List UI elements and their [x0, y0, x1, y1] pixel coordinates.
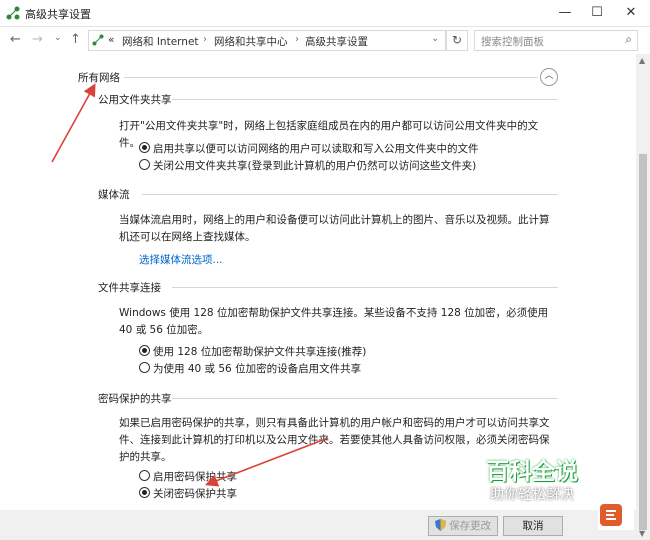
radio-selected-icon[interactable] [139, 487, 150, 498]
radio-enable-password-protection[interactable]: 启用密码保护共享 [139, 469, 237, 484]
radio-enable-public-sharing[interactable]: 启用共享以便可以访问网络的用户可以读取和写入公用文件夹中的文件 [139, 141, 479, 156]
close-button[interactable]: ✕ [614, 0, 648, 26]
media-streaming-description: 当媒体流启用时，网络上的用户和设备便可以访问此计算机上的图片、音乐以及视频。此计… [119, 214, 550, 243]
vertical-scrollbar[interactable]: ▲ ▼ [636, 54, 650, 540]
section-title-file-sharing: 文件共享连接 [98, 282, 161, 294]
section-divider [172, 99, 558, 100]
section-title-public-folder: 公用文件夹共享 [98, 94, 172, 106]
save-changes-button[interactable]: 保存更改 [428, 516, 498, 536]
section-divider [172, 287, 558, 288]
search-icon[interactable]: ⌕ [625, 32, 632, 47]
radio-unselected-icon[interactable] [139, 159, 150, 170]
file-sharing-description: Windows 使用 128 位加密帮助保护文件共享连接。某些设备不支持 128… [119, 307, 549, 336]
corner-logo [598, 500, 634, 530]
section-title-media-streaming: 媒体流 [98, 189, 130, 201]
radio-unselected-icon[interactable] [139, 470, 150, 481]
button-bar: 保存更改 取消 [0, 510, 636, 540]
network-icon [92, 34, 104, 46]
up-button[interactable]: ↑ [70, 32, 81, 47]
breadcrumb-separator[interactable]: › [203, 34, 207, 45]
breadcrumb-separator[interactable]: › [295, 34, 299, 45]
breadcrumb-overflow[interactable]: « [108, 34, 114, 46]
group-title-all-networks: 所有网络 [78, 72, 120, 84]
section-divider [142, 194, 558, 195]
title-bar: 高级共享设置 — ☐ ✕ [0, 0, 650, 27]
radio-128-bit-encryption[interactable]: 使用 128 位加密帮助保护文件共享连接(推荐) [139, 344, 366, 359]
scroll-down-icon[interactable]: ▼ [639, 529, 645, 538]
cancel-button[interactable]: 取消 [503, 516, 563, 536]
radio-disable-password-protection[interactable]: 关闭密码保护共享 [139, 486, 237, 501]
navigation-bar: ← → ⌄ ↑ « 网络和 Internet › 网络和共享中心 › 高级共享设… [0, 27, 650, 53]
breadcrumb-advanced-sharing[interactable]: 高级共享设置 [305, 34, 368, 49]
address-dropdown-icon[interactable]: ⌄ [431, 33, 439, 44]
save-changes-label: 保存更改 [449, 520, 492, 532]
uac-shield-icon [434, 519, 446, 531]
back-button[interactable]: ← [10, 32, 21, 47]
radio-selected-icon[interactable] [139, 142, 150, 153]
radio-selected-icon[interactable] [139, 345, 150, 356]
window-title: 高级共享设置 [25, 8, 91, 21]
forward-button[interactable]: → [32, 32, 43, 47]
section-divider [172, 398, 558, 399]
scroll-up-icon[interactable]: ▲ [639, 56, 645, 65]
address-bar[interactable]: « 网络和 Internet › 网络和共享中心 › 高级共享设置 ⌄ [88, 30, 446, 51]
radio-label: 启用共享以便可以访问网络的用户可以读取和写入公用文件夹中的文件 [153, 143, 479, 155]
radio-unselected-icon[interactable] [139, 362, 150, 373]
baike-logo-icon [600, 504, 622, 526]
scrollbar-thumb[interactable] [639, 154, 647, 530]
breadcrumb-network-internet[interactable]: 网络和 Internet [122, 34, 199, 49]
radio-disable-public-sharing[interactable]: 关闭公用文件夹共享(登录到此计算机的用户仍然可以访问这些文件夹) [139, 158, 476, 173]
search-input[interactable]: 搜索控制面板 ⌕ [474, 30, 638, 51]
radio-label: 使用 128 位加密帮助保护文件共享连接(推荐) [153, 346, 367, 358]
radio-label: 启用密码保护共享 [153, 471, 237, 483]
section-title-password-sharing: 密码保护的共享 [98, 393, 172, 405]
baike-watermark: 百科全说 助你轻松解决 [462, 448, 612, 508]
watermark-subtitle: 助你轻松解决 [490, 487, 574, 503]
media-streaming-options-link[interactable]: 选择媒体流选项... [139, 252, 223, 267]
watermark-title: 百科全说 [486, 459, 578, 485]
refresh-button[interactable]: ↻ [446, 30, 468, 51]
collapse-chevron-icon[interactable]: ︿ [540, 68, 558, 86]
radio-label: 为使用 40 或 56 位加密的设备启用文件共享 [153, 363, 362, 375]
radio-label: 关闭公用文件夹共享(登录到此计算机的用户仍然可以访问这些文件夹) [153, 160, 477, 172]
radio-label: 关闭密码保护共享 [153, 488, 237, 500]
radio-40-56-bit-encryption[interactable]: 为使用 40 或 56 位加密的设备启用文件共享 [139, 361, 361, 376]
recent-locations-dropdown[interactable]: ⌄ [54, 33, 62, 43]
maximize-button[interactable]: ☐ [580, 0, 614, 26]
breadcrumb-network-sharing-center[interactable]: 网络和共享中心 [214, 34, 288, 49]
network-app-icon [6, 6, 20, 20]
search-placeholder: 搜索控制面板 [481, 36, 544, 48]
minimize-button[interactable]: — [548, 0, 582, 26]
group-divider [124, 77, 538, 78]
